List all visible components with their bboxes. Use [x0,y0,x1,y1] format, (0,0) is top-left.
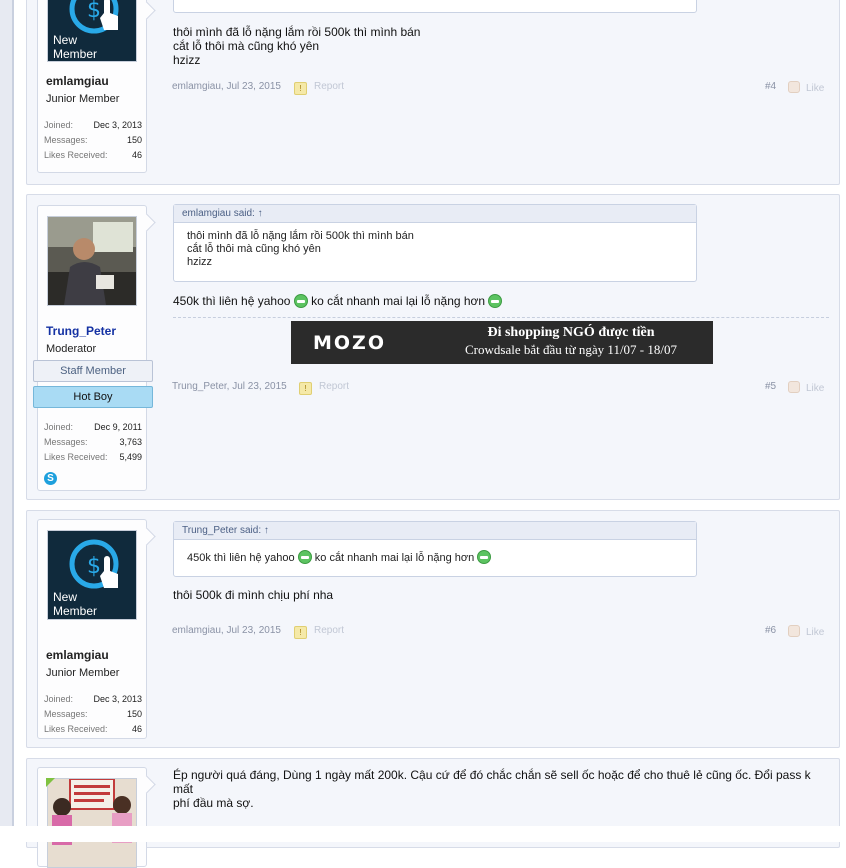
ad-subline: Crowdsale bắt đầu từ ngày 11/07 - 18/07 [465,342,677,357]
hot-boy-banner: Hot Boy [33,386,153,408]
post-meta[interactable]: Trung_Peter, Jul 23, 2015 [172,381,287,392]
smile-icon [293,294,308,308]
signature-divider [173,317,829,318]
left-rail [0,0,14,842]
user-photo [48,217,136,305]
quote-box: emlamgiau said: ↑ thôi mình đã lỗ nặng l… [173,204,697,282]
new-member-icon: $ New Member [53,0,119,61]
skype-icon[interactable]: S [44,472,57,485]
smile-icon [297,550,312,564]
smile-icon [477,550,492,564]
svg-text:Member: Member [53,47,97,61]
username[interactable]: emlamgiau [46,74,109,88]
avatar[interactable] [47,778,137,868]
user-card: $ New Member emlamgiau Junior Member Joi… [37,519,147,739]
user-card: $ New Member emlamgiau Junior Member Joi… [37,0,147,173]
smile-icon [488,294,503,308]
mozo-logo: MOZO [313,332,386,354]
post-number[interactable]: #5 [765,381,776,392]
warning-icon: ! [299,382,312,395]
post-meta[interactable]: emlamgiau, Jul 23, 2015 [172,81,281,92]
user-card: Trung_Peter Moderator Staff Member Hot B… [33,205,153,491]
post-4: $ New Member emlamgiau Junior Member Joi… [26,0,840,185]
warning-icon: ! [294,626,307,639]
quote-text: thôi mình đã lỗ nặng lắm rồi 500k thì mì… [187,230,414,268]
username[interactable]: emlamgiau [46,648,109,662]
avatar[interactable]: $ New Member [47,0,137,62]
like-button[interactable]: Like [788,381,824,394]
report-link[interactable]: ! Report [294,625,344,639]
user-stats: Joined: Dec 3, 2013 Messages: 150 Likes Re… [44,694,142,734]
user-title: Junior Member [46,93,120,105]
svg-text:$: $ [87,0,101,23]
svg-text:New: New [53,590,77,604]
report-link[interactable]: ! Report [294,81,344,95]
like-button[interactable]: Like [788,625,824,638]
thumbs-up-icon [788,381,800,393]
staff-member-banner: Staff Member [33,360,153,382]
message-text: 450k thì liên hệ yahoo ko cắt nhanh mai … [173,294,503,308]
post-number[interactable]: #6 [765,625,776,636]
quote-author[interactable]: emlamgiau said: ↑ [174,205,696,223]
post-5: Trung_Peter Moderator Staff Member Hot B… [26,194,840,500]
message-text: thôi 500k đi mình chịu phí nha [173,588,334,602]
thumbs-up-icon [788,81,800,93]
message-text: thôi mình đã lỗ nặng lắm rồi 500k thì mì… [173,25,421,67]
quote-box: Trung_Peter said: ↑ 450k thì liên hệ yah… [173,521,697,577]
mozo-ad-banner[interactable]: MOZO Đi shopping NGÓ được tiền Crowdsale… [291,321,713,364]
avatar[interactable]: $ New Member [47,530,137,620]
quote-author[interactable]: Trung_Peter said: ↑ [174,522,696,540]
svg-text:$: $ [87,554,101,579]
svg-text:New: New [53,33,77,47]
post-number[interactable]: #4 [765,81,776,92]
user-photo [48,779,136,867]
warning-icon: ! [294,82,307,95]
post-meta[interactable]: emlamgiau, Jul 23, 2015 [172,625,281,636]
page-bottom [0,826,846,842]
user-stats: Joined: Dec 3, 2013 Messages: 150 Likes Re… [44,120,142,160]
user-title: Junior Member [46,667,120,679]
new-member-icon: $ New Member [53,539,119,618]
report-link[interactable]: ! Report [299,381,349,395]
ad-headline: Đi shopping NGÓ được tiền [487,325,655,340]
message-text: Ép người quá đáng, Dùng 1 ngày mất 200k.… [173,768,811,810]
thumbs-up-icon [788,625,800,637]
avatar[interactable] [47,216,137,306]
svg-text:Member: Member [53,604,97,618]
user-stats: Joined: Dec 9, 2011 Messages: 3,763 Likes … [44,422,142,462]
like-button[interactable]: Like [788,81,824,94]
username[interactable]: Trung_Peter [46,324,116,338]
online-corner [46,778,55,787]
quote-text: 450k thì liên hệ yahoo ko cắt nhanh mai … [174,540,696,572]
quote-box [173,0,697,13]
user-title: Moderator [46,343,97,355]
post-6: $ New Member emlamgiau Junior Member Joi… [26,510,840,748]
